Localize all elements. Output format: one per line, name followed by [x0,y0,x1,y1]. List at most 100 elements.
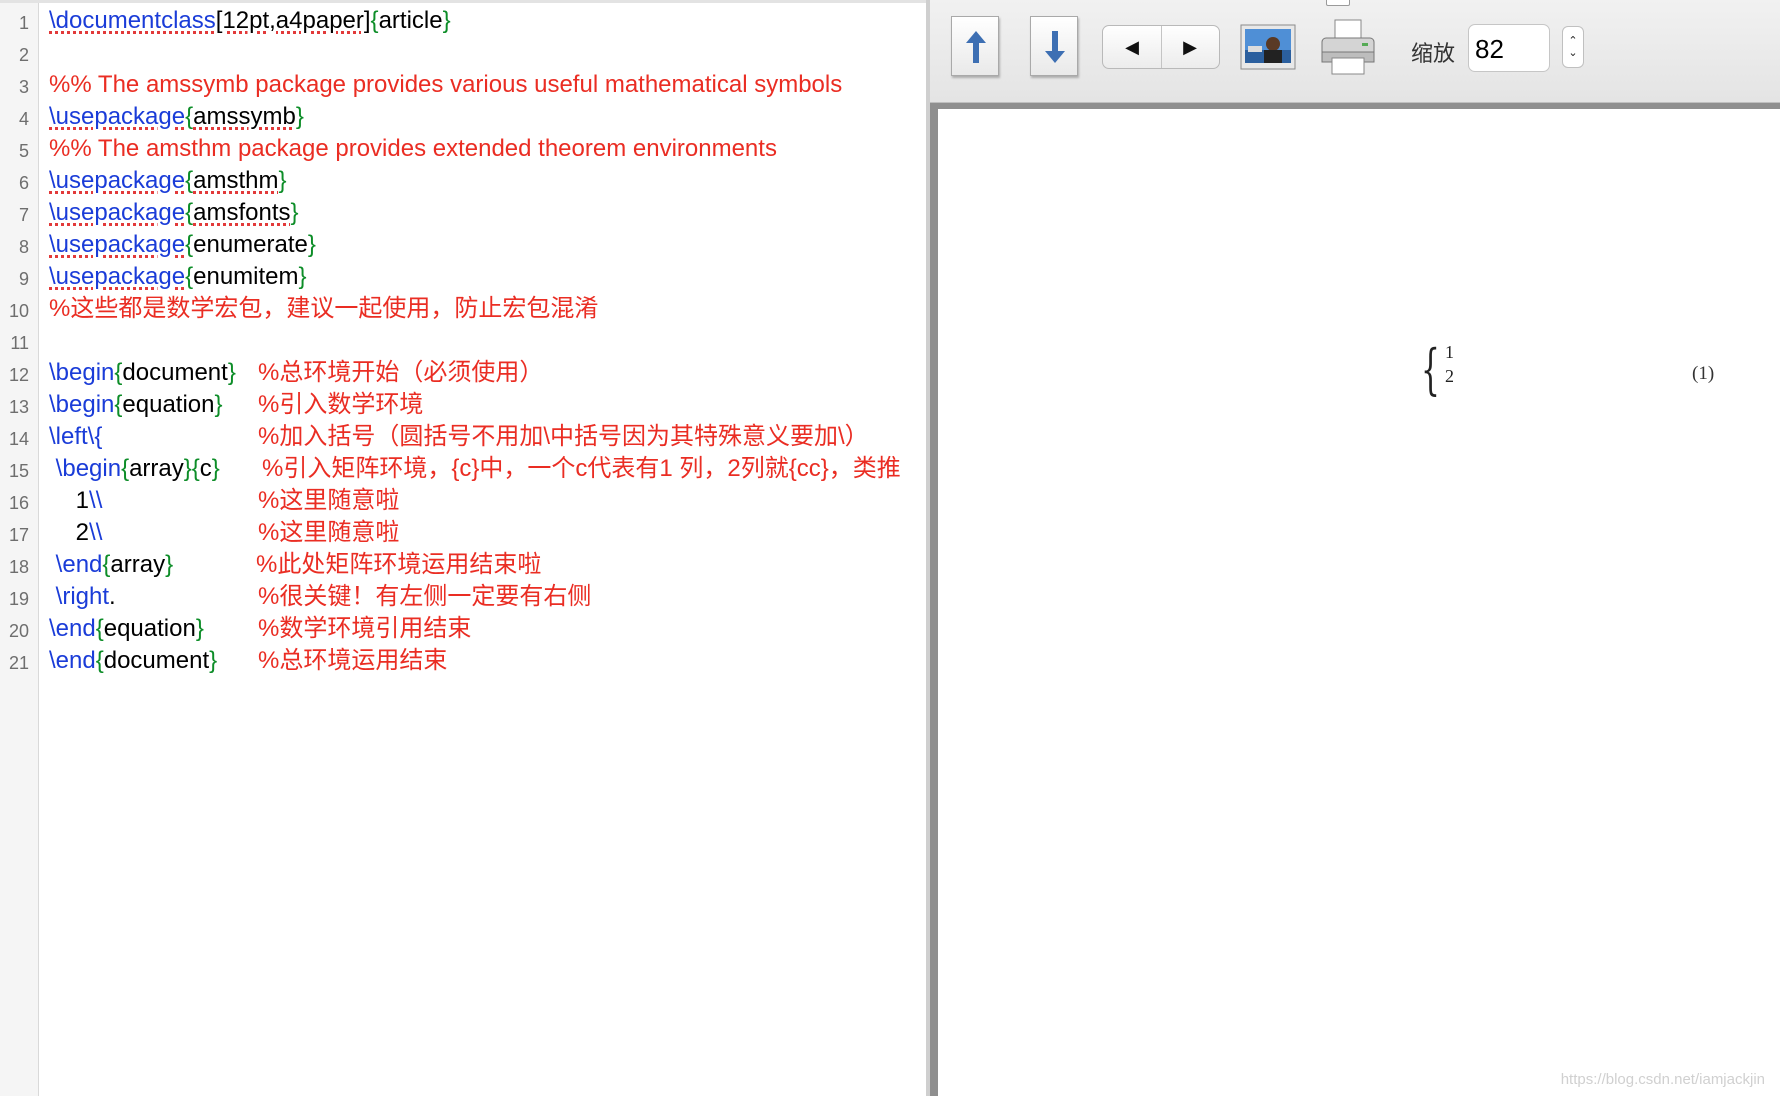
code-line[interactable]: 19 \right. %很关键！有左侧一定要有右侧 [0,581,926,613]
code-token: { [121,455,130,482]
line-number: 15 [8,461,29,481]
line-number: 8 [18,237,29,257]
code-line[interactable]: 13 \begin{equation} %引入数学环境 [0,389,926,421]
code-line[interactable]: 10 %这些都是数学宏包，建议一起使用，防止宏包混淆 [0,293,926,325]
code-text: \usepackage{amsthm} [49,167,287,195]
code-token: article [378,7,443,34]
code-token: enumerate [193,231,308,258]
line-number: 5 [18,141,29,161]
code-token: document [122,359,228,386]
line-number: 21 [8,653,29,673]
line-number: 3 [18,77,29,97]
code-line[interactable]: 9 \usepackage{enumitem} [0,261,926,293]
zoom-input[interactable]: 82 [1468,24,1550,72]
code-text: \right. [49,583,116,611]
scroll-down-button[interactable] [1030,16,1078,76]
code-line[interactable]: 3 %% The amssymb package provides various… [0,69,926,101]
equation-number: (1) [1692,363,1715,384]
partial-checkbox[interactable] [1326,0,1350,6]
code-token: \usepackage [49,231,186,258]
stepper-up-icon[interactable]: ⌃ [1568,35,1577,47]
code-token: { [95,615,104,642]
code-comment: %% The amssymb package provides various … [49,71,843,98]
line-number: 6 [18,173,29,193]
code-comment: %引入数学环境 [258,391,424,418]
code-token: { [185,199,194,226]
scroll-up-button[interactable] [951,16,999,76]
line-number: 20 [8,621,29,641]
code-comment: %此处矩阵环境运用结束啦 [256,551,542,578]
code-token: amsthm [193,167,279,194]
code-token: amssymb [193,103,296,130]
code-token: } [165,551,174,578]
arrow-down-icon [1045,31,1065,63]
code-line[interactable]: 1 \documentclass[12pt,a4paper]{article} [0,5,926,37]
code-line[interactable]: 21 \end{document} %总环境运用结束 [0,645,926,677]
code-token: \begin [55,455,122,482]
zoom-stepper[interactable]: ⌃ ⌄ [1562,26,1584,68]
code-token: } [295,103,304,130]
code-line[interactable]: 15 \begin{array}{c} %引入矩阵环境，{c}中，一个c代表有1 … [0,453,926,485]
code-comment: %这里随意啦 [258,487,400,514]
code-line[interactable]: 14 \left\{%加入括号（圆括号不用加\中括号因为其特殊意义要加\） [0,421,926,453]
code-text: \end{document} [49,647,217,675]
code-text: \begin{equation} [49,391,223,419]
code-line[interactable]: 7 \usepackage{amsfonts} [0,197,926,229]
code-token: { [370,7,379,34]
code-token: \left\{ [49,423,103,450]
previous-page-button[interactable]: ◀ [1103,26,1162,68]
zoom-label: 缩放 [1411,41,1456,66]
code-token: \end [49,647,96,674]
code-line[interactable]: 16 1\\ %这里随意啦 [0,485,926,517]
code-line[interactable]: 4 \usepackage{amssymb} [0,101,926,133]
page-nav-group: ◀ ▶ [1102,25,1220,69]
line-number: 1 [18,13,29,33]
code-comment: %很关键！有左侧一定要有右侧 [258,583,592,610]
code-text: \usepackage{enumitem} [49,263,307,291]
code-token: document [103,647,210,674]
print-icon[interactable] [1318,18,1378,78]
line-number: 19 [8,589,29,609]
pdf-preview-area[interactable]: { 1 2 (1) https://blog.csdn.net/iamjackj… [930,103,1780,1096]
code-line[interactable]: 11 [0,325,926,357]
line-number: 13 [8,397,29,417]
next-page-button[interactable]: ▶ [1161,26,1219,68]
code-text: \usepackage{amsfonts} [49,199,299,227]
code-editor[interactable]: 1 \documentclass[12pt,a4paper]{article} 2 3… [0,0,926,1096]
code-lines: 1 \documentclass[12pt,a4paper]{article} 2 3… [0,5,926,677]
code-line[interactable]: 6 \usepackage{amsthm} [0,165,926,197]
code-line[interactable]: 5 %% The amsthm package provides extended… [0,133,926,165]
line-number: 17 [8,525,29,545]
image-icon[interactable] [1240,24,1296,70]
code-token: { [185,167,194,194]
code-text: \begin{document} [49,359,236,387]
stepper-down-icon[interactable]: ⌄ [1568,47,1577,59]
code-token: } [227,359,236,386]
code-text: \begin{array}{c} [49,455,220,483]
line-number: 4 [18,109,29,129]
line-number: 9 [18,269,29,289]
code-token: } [195,615,204,642]
code-token: \\ [89,519,103,546]
code-line[interactable]: 17 2\\ %这里随意啦 [0,517,926,549]
code-line[interactable]: 20 \end{equation} %数学环境引用结束 [0,613,926,645]
code-line[interactable]: 2 [0,37,926,69]
code-token: c [199,455,212,482]
code-token: equation [103,615,196,642]
code-comment: %总环境开始（必须使用） [258,359,544,386]
code-token: [12pt,a4paper] [215,7,371,34]
code-token: } [442,7,451,34]
line-number: 11 [10,333,29,353]
code-text: 2\\ [49,519,103,547]
code-token: } [211,455,220,482]
code-line[interactable]: 18 \end{array} %此处矩阵环境运用结束啦 [0,549,926,581]
code-token: amsfonts [193,199,291,226]
code-token: \begin [49,391,115,418]
code-line[interactable]: 8 \usepackage{enumerate} [0,229,926,261]
code-token: enumitem [193,263,299,290]
code-line[interactable]: 12 \begin{document} %总环境开始（必须使用） [0,357,926,389]
code-comment: %总环境运用结束 [258,647,448,674]
code-token: } [290,199,299,226]
